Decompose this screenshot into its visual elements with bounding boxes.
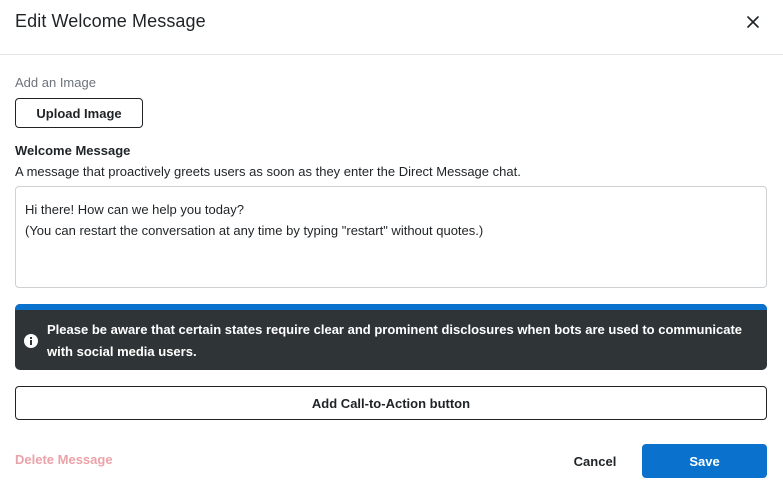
welcome-message-title: Welcome Message [15,143,131,158]
upload-image-button[interactable]: Upload Image [15,98,143,128]
info-icon [24,334,38,348]
welcome-message-description: A message that proactively greets users … [15,164,521,179]
message-line-1: Hi there! How can we help you today? [25,202,244,217]
dialog-header: Edit Welcome Message [0,0,783,55]
close-button[interactable] [740,10,766,34]
disclosure-notice: Please be aware that certain states requ… [15,304,767,370]
cancel-button[interactable]: Cancel [560,444,630,478]
message-line-3: (You can restart the conversation at any… [25,223,484,238]
close-icon [747,16,759,28]
notice-accent-bar [15,304,767,310]
welcome-message-textarea[interactable]: Hi there! How can we help you today? (Yo… [15,186,767,288]
notice-text: Please be aware that certain states requ… [47,322,743,359]
save-button[interactable]: Save [642,444,767,478]
add-image-label: Add an Image [15,75,96,90]
delete-message-button[interactable]: Delete Message [15,452,113,467]
add-cta-button[interactable]: Add Call-to-Action button [15,386,767,420]
dialog-title: Edit Welcome Message [15,11,206,31]
